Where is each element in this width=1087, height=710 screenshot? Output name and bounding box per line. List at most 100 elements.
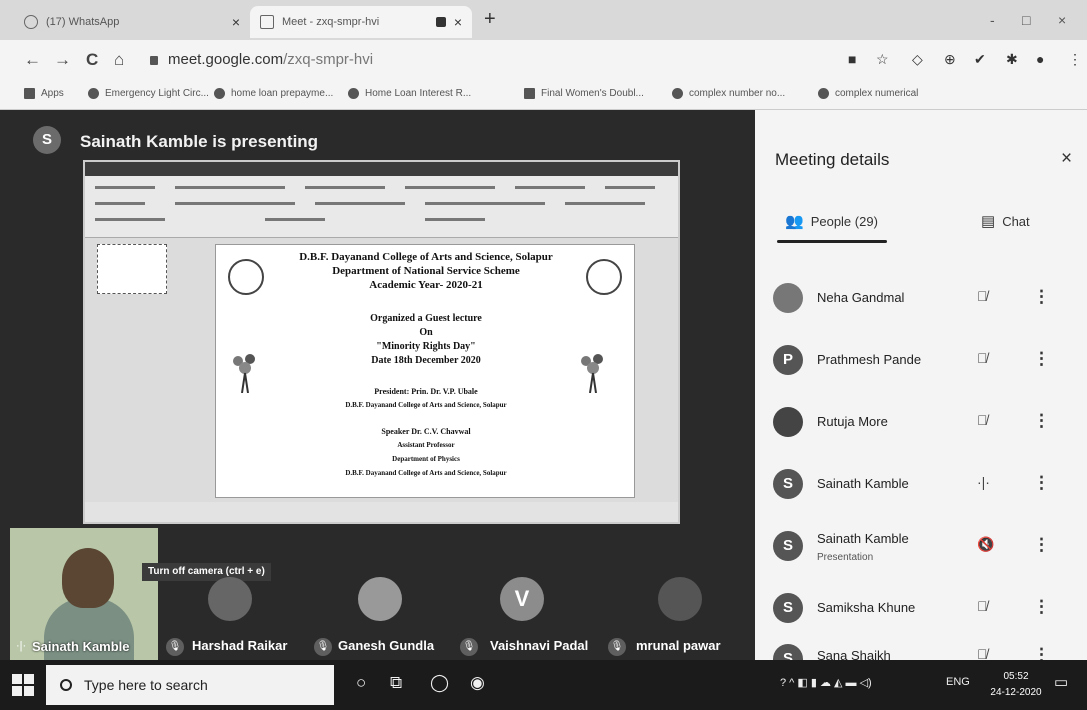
menu-icon[interactable]: ⋮ — [1068, 51, 1082, 68]
list-item[interactable]: Rutuja More 🎙̸ ⋮ — [755, 392, 1087, 454]
participant-name: Sainath Kamble — [817, 476, 909, 491]
profile-icon[interactable]: ● — [1036, 51, 1044, 67]
list-item[interactable]: P Prathmesh Pande 🎙̸ ⋮ — [755, 330, 1087, 392]
more-options-icon[interactable]: ⋮ — [1033, 411, 1050, 431]
mic-off-icon[interactable]: 🎙̸ — [977, 350, 988, 366]
participant-avatar: S — [773, 644, 803, 660]
puzzle-icon[interactable]: ✱ — [1006, 51, 1018, 68]
app-icon[interactable]: ◉ — [470, 673, 485, 693]
close-tab-icon[interactable]: × — [232, 14, 240, 30]
close-window-button[interactable]: × — [1058, 12, 1066, 28]
windows-start-icon[interactable] — [12, 674, 34, 696]
task-view-icon[interactable]: ⧉ — [390, 673, 402, 693]
slide-line: On — [419, 327, 433, 338]
minimize-button[interactable]: - — [990, 12, 995, 28]
slide-thumbnail[interactable] — [97, 244, 167, 294]
participant-avatar — [773, 407, 803, 437]
new-tab-button[interactable]: + — [484, 8, 496, 31]
slide-line: Assistant Professor — [397, 441, 455, 449]
participant-tile[interactable]: V 🎙 Vaishnavi Padal — [460, 565, 610, 660]
bookmark-item[interactable]: complex number no... — [672, 88, 785, 99]
windows-taskbar: Type here to search ○ ⧉ ◯ ◉ ? ^ ◧ ▮ ☁ ◭ … — [0, 660, 1087, 710]
tab-meet[interactable]: Meet - zxq-smpr-hvi × — [250, 6, 472, 38]
tab-people[interactable]: 👥 People (29) — [785, 212, 878, 230]
mic-off-icon[interactable]: 🎙̸ — [977, 412, 988, 428]
more-options-icon[interactable]: ⋮ — [1033, 597, 1050, 617]
home-button[interactable]: ⌂ — [114, 50, 124, 70]
mic-off-icon: 🎙 — [166, 638, 184, 656]
url-domain: meet.google.com — [168, 51, 284, 68]
forward-button[interactable]: → — [54, 50, 71, 70]
google-icon — [672, 88, 683, 99]
participant-tile[interactable]: 🎙 Ganesh Gundla — [312, 565, 458, 660]
site-icon — [214, 88, 225, 99]
extension-icon[interactable]: ◇ — [912, 51, 923, 68]
mic-off-icon[interactable]: 🎙̸ — [977, 288, 988, 304]
participant-avatar: V — [500, 577, 544, 621]
apps-grid-icon — [24, 88, 35, 99]
participant-avatar — [358, 577, 402, 621]
address-bar: ← → C ⌂ meet.google.com/zxq-smpr-hvi ■ ☆… — [0, 40, 1087, 80]
whatsapp-icon — [24, 15, 38, 29]
list-item[interactable]: S Sana Shaikh 🎙̸ ⋮ — [755, 640, 1087, 660]
url-field[interactable]: meet.google.com/zxq-smpr-hvi — [150, 51, 373, 68]
bookmark-item[interactable]: home loan prepayme... — [214, 88, 333, 99]
language-indicator[interactable]: ENG — [946, 676, 970, 688]
check-extension-icon[interactable]: ✔ — [974, 51, 986, 68]
more-options-icon[interactable]: ⋮ — [1033, 287, 1050, 307]
presentation-audio-off-icon[interactable]: 🔇 — [977, 536, 994, 553]
participant-avatar: S — [773, 469, 803, 499]
more-options-icon[interactable]: ⋮ — [1033, 349, 1050, 369]
participant-name: Ganesh Gundla — [338, 638, 435, 653]
slide-line: Academic Year- 2020-21 — [369, 279, 483, 291]
people-list[interactable]: Neha Gandmal 🎙̸ ⋮ P Prathmesh Pande 🎙̸ ⋮… — [755, 246, 1087, 660]
reload-button[interactable]: C — [86, 50, 98, 70]
bookmark-item[interactable]: Emergency Light Circ... — [88, 88, 209, 99]
tab-chat[interactable]: ▤ Chat — [981, 212, 1030, 230]
lock-icon — [150, 56, 158, 65]
cortana-icon[interactable]: ○ — [356, 673, 366, 693]
slide-line: Organized a Guest lecture — [370, 313, 482, 324]
extension-icon[interactable]: ⊕ — [944, 51, 956, 68]
bookmark-item[interactable]: complex numerical — [818, 88, 918, 99]
back-button[interactable]: ← — [24, 50, 41, 70]
notification-icon[interactable]: ▭ — [1054, 673, 1068, 691]
self-video-tile[interactable]: ·|· Sainath Kamble — [10, 528, 158, 660]
bookmark-star-icon[interactable]: ☆ — [876, 51, 889, 68]
participant-name: Samiksha Khune — [817, 600, 916, 615]
audio-level-icon[interactable]: ·|· — [977, 474, 990, 490]
maximize-button[interactable]: □ — [1022, 12, 1030, 28]
bookmark-item[interactable]: Final Women's Doubl... — [524, 88, 644, 99]
taskbar-clock[interactable]: 05:52 24-12-2020 — [990, 669, 1042, 701]
chrome-icon[interactable]: ◯ — [430, 673, 449, 693]
participant-tile[interactable]: 🎙 mrunal pawar — [608, 565, 754, 660]
close-panel-button[interactable]: × — [1061, 148, 1072, 170]
participant-name: Prathmesh Pande — [817, 352, 922, 367]
mic-off-icon: 🎙 — [314, 638, 332, 656]
list-item[interactable]: S Sainath Kamble Presentation 🔇 ⋮ — [755, 516, 1087, 578]
more-options-icon[interactable]: ⋮ — [1033, 473, 1050, 493]
bookmark-label: Apps — [41, 88, 64, 99]
mic-off-icon: 🎙 — [460, 638, 478, 656]
taskbar-search-box[interactable]: Type here to search — [46, 665, 334, 705]
camera-indicator-icon[interactable]: ■ — [848, 51, 856, 67]
active-tab-indicator — [777, 240, 887, 243]
list-item[interactable]: S Samiksha Khune 🎙̸ ⋮ — [755, 578, 1087, 640]
more-options-icon[interactable]: ⋮ — [1033, 535, 1050, 555]
participant-tile[interactable]: 🎙 Harshad Raikar — [160, 565, 310, 660]
list-item[interactable]: Neha Gandmal 🎙̸ ⋮ — [755, 268, 1087, 330]
bookmark-apps[interactable]: Apps — [24, 88, 64, 99]
mic-off-icon[interactable]: 🎙̸ — [977, 646, 988, 660]
clock-date: 24-12-2020 — [990, 687, 1042, 698]
shared-screen: D.B.F. Dayanand College of Arts and Scie… — [83, 160, 680, 524]
bookmark-item[interactable]: Home Loan Interest R... — [348, 88, 471, 99]
presenting-banner: Sainath Kamble is presenting — [80, 132, 319, 151]
mic-off-icon[interactable]: 🎙̸ — [977, 598, 988, 614]
list-item[interactable]: S Sainath Kamble ·|· ⋮ — [755, 454, 1087, 516]
participant-name: Vaishnavi Padal — [490, 638, 589, 653]
tab-whatsapp[interactable]: (17) WhatsApp × — [14, 6, 250, 38]
system-tray-icons[interactable]: ? ^ ◧ ▮ ☁ ◭ ▬ ◁) — [780, 676, 872, 689]
slide-line: Date 18th December 2020 — [371, 355, 481, 366]
close-tab-icon[interactable]: × — [454, 14, 462, 30]
more-options-icon[interactable]: ⋮ — [1033, 645, 1050, 660]
